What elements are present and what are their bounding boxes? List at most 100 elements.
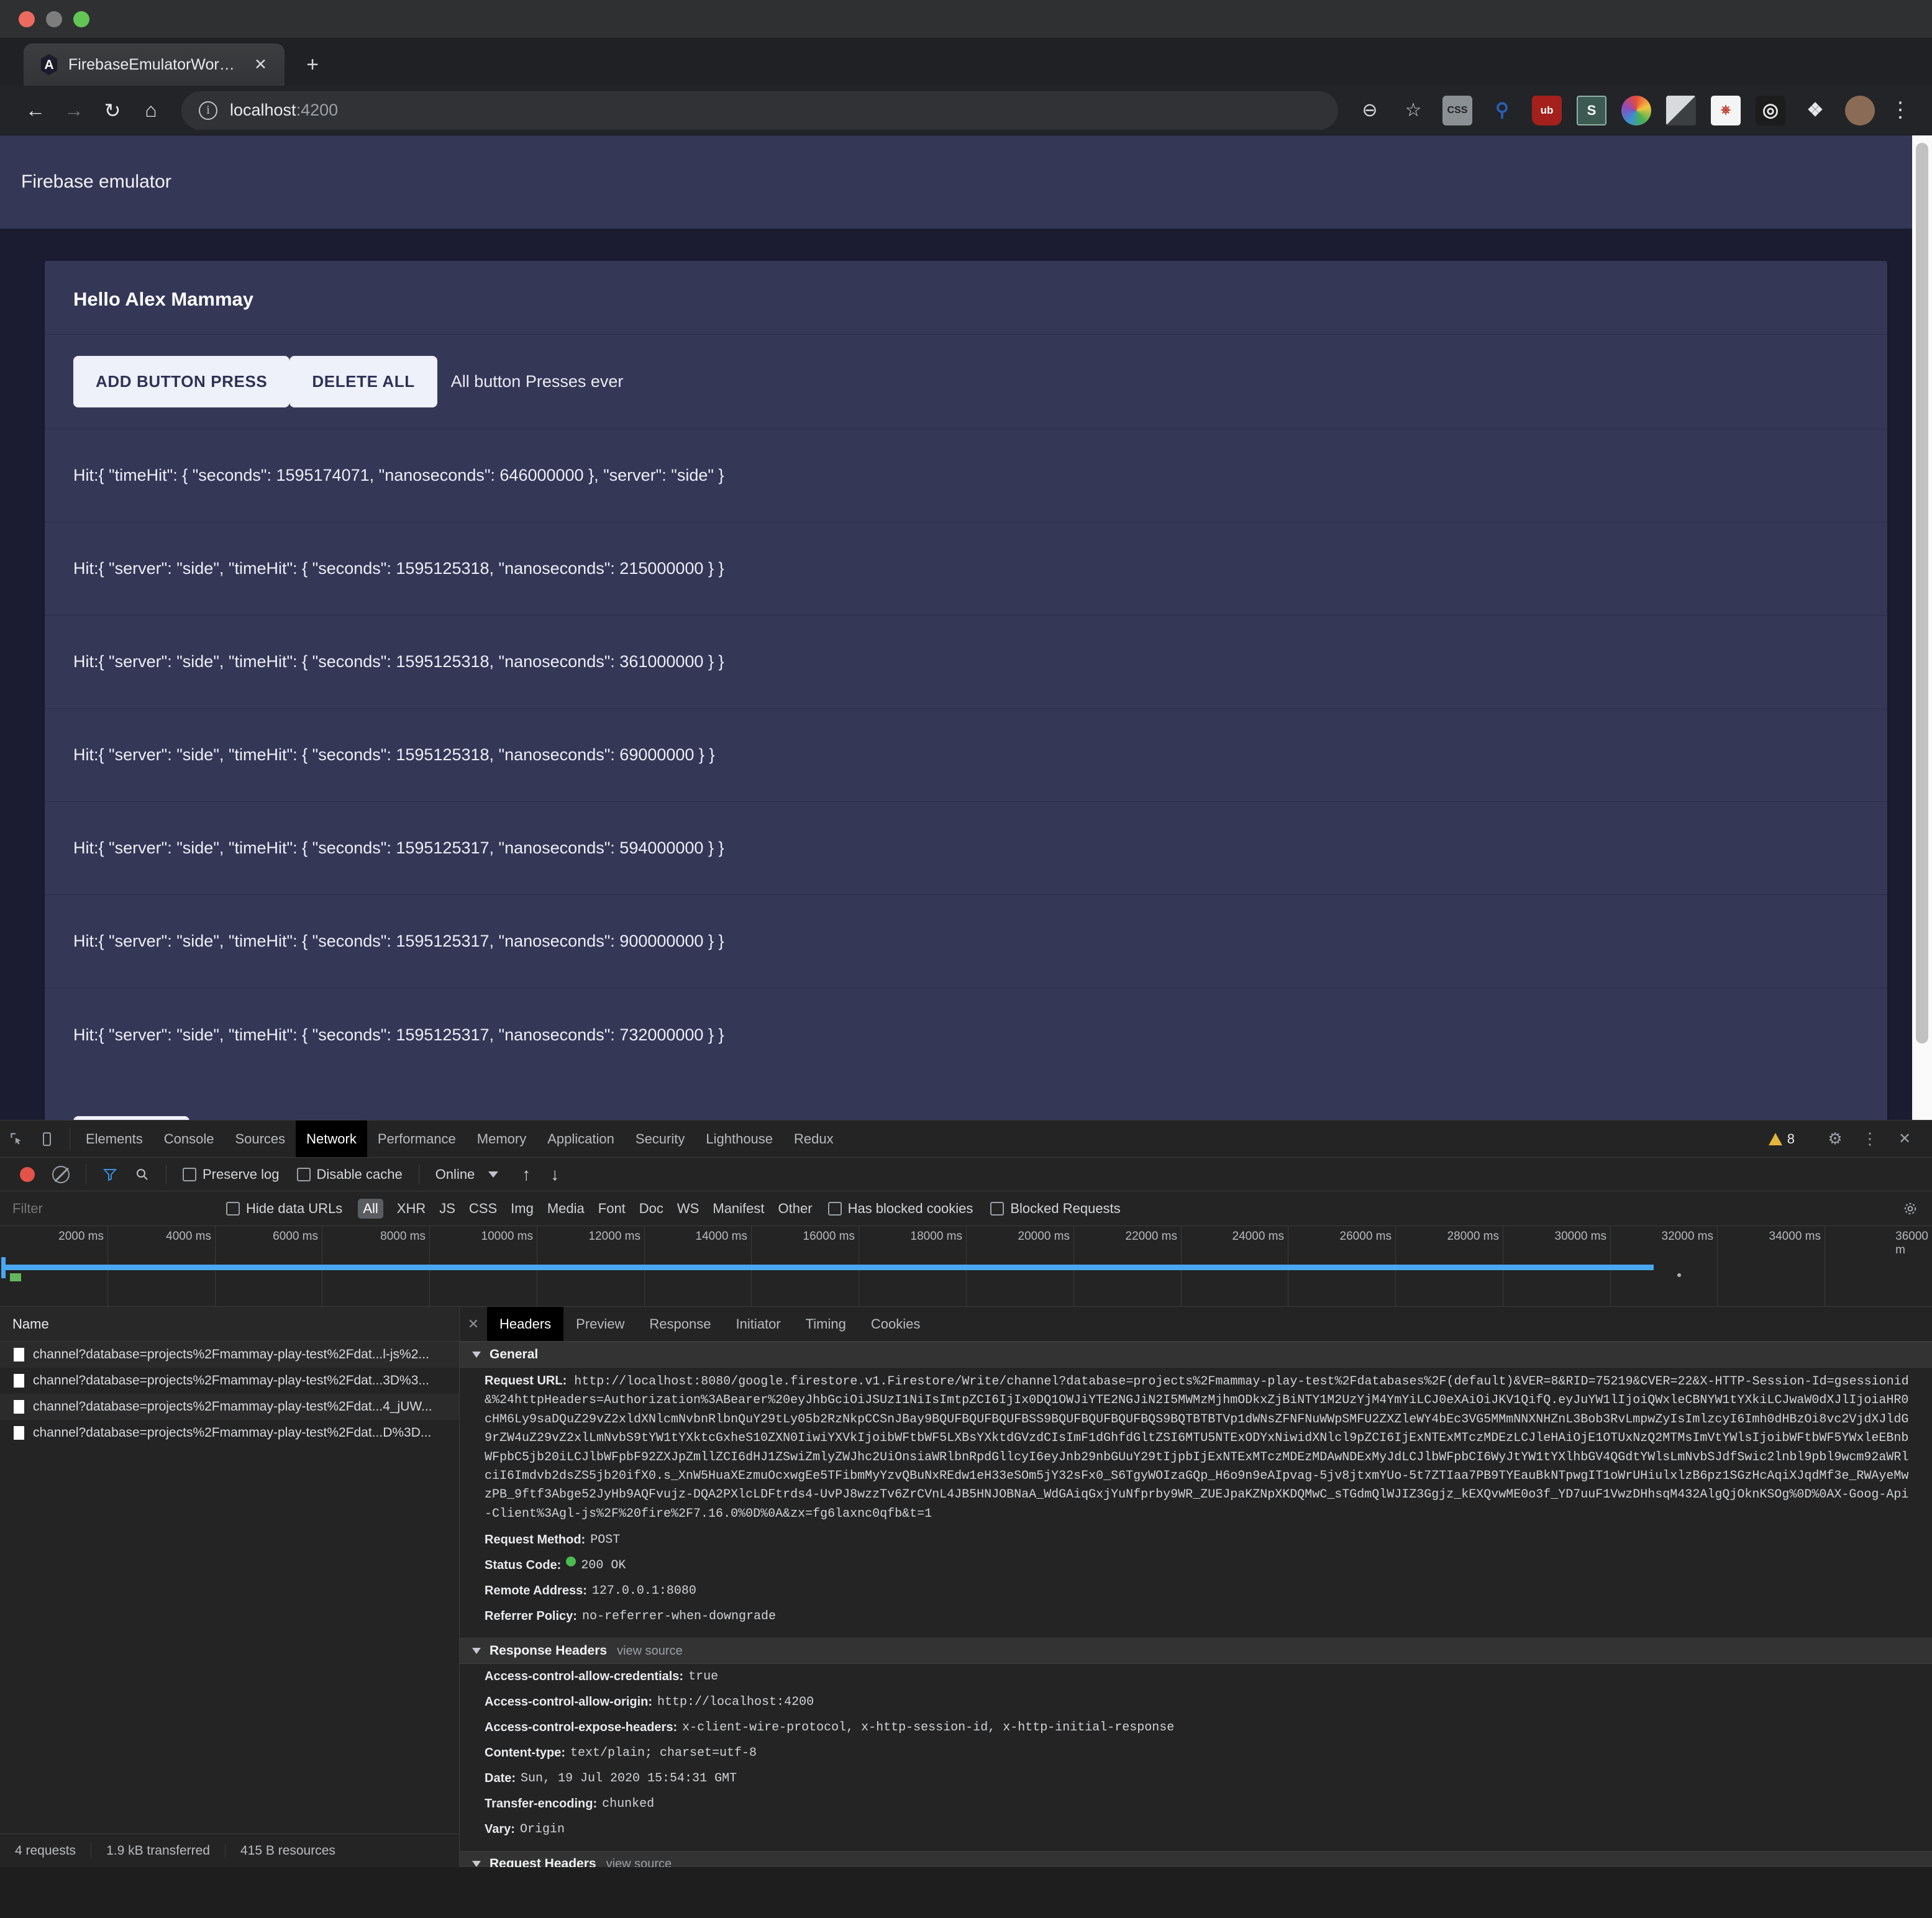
css-extension-icon[interactable]: CSS (1442, 95, 1472, 125)
address-bar[interactable]: i localhost:4200 (181, 91, 1338, 130)
hide-data-urls-checkbox[interactable]: Hide data URLs (226, 1201, 342, 1217)
detail-tab-headers[interactable]: Headers (487, 1307, 564, 1341)
filter-input[interactable] (12, 1200, 217, 1217)
tab-sources[interactable]: Sources (224, 1120, 296, 1157)
site-info-icon[interactable]: i (199, 101, 217, 120)
user-avatar[interactable] (1845, 95, 1875, 125)
puzzle-extensions-icon[interactable]: ❖ (1800, 96, 1830, 125)
close-detail-icon[interactable]: ✕ (460, 1307, 487, 1341)
forward-button[interactable]: → (55, 91, 93, 130)
bookmark-star-icon[interactable]: ☆ (1394, 91, 1433, 130)
request-headers-section-header[interactable]: Request Headers view source (460, 1851, 1932, 1867)
detail-tab-preview[interactable]: Preview (563, 1307, 637, 1341)
document-icon (14, 1426, 24, 1440)
disable-cache-checkbox[interactable]: Disable cache (296, 1166, 403, 1183)
export-har-icon[interactable]: ↓ (550, 1165, 559, 1184)
close-window-button[interactable] (19, 11, 35, 27)
detail-tab-timing[interactable]: Timing (793, 1307, 859, 1341)
browser-tab[interactable]: A FirebaseEmulatorWorkshop ✕ (24, 43, 285, 86)
throttling-select[interactable]: Online (435, 1166, 475, 1183)
list-item[interactable]: Hit:{ "server": "side", "timeHit": { "se… (45, 616, 1887, 709)
filter-type-media[interactable]: Media (547, 1201, 585, 1217)
minimize-window-button[interactable] (46, 11, 62, 27)
new-tab-button[interactable]: + (298, 53, 327, 77)
clear-network-log-icon[interactable] (52, 1165, 70, 1183)
tab-memory[interactable]: Memory (467, 1120, 537, 1157)
page-scrollbar-thumb[interactable] (1916, 143, 1928, 1043)
reload-button[interactable]: ↻ (93, 91, 132, 130)
delete-all-button[interactable]: DELETE ALL (289, 356, 437, 407)
filter-type-other[interactable]: Other (778, 1201, 813, 1217)
devtools-more-icon[interactable]: ⋮ (1854, 1129, 1886, 1148)
has-blocked-cookies-checkbox[interactable]: Has blocked cookies (827, 1201, 973, 1217)
view-source-link[interactable]: view source (617, 1644, 683, 1658)
toggle-device-toolbar-icon[interactable] (32, 1120, 65, 1157)
import-har-icon[interactable]: ↑ (522, 1165, 531, 1184)
redux-devtools-icon[interactable]: ⎈ (1711, 95, 1741, 125)
request-count: 4 requests (0, 1843, 92, 1858)
color-picker-extension-icon[interactable] (1621, 95, 1651, 125)
inspect-element-icon[interactable] (0, 1120, 32, 1157)
filter-type-all[interactable]: All (358, 1198, 383, 1219)
tab-network[interactable]: Network (296, 1120, 367, 1157)
filter-type-css[interactable]: CSS (469, 1201, 497, 1217)
target-extension-icon[interactable]: ◎ (1756, 95, 1785, 125)
page-scrollbar[interactable] (1912, 135, 1932, 1120)
ublock-origin-icon[interactable]: ub (1532, 95, 1562, 125)
filter-type-ws[interactable]: WS (677, 1201, 699, 1217)
view-source-link[interactable]: view source (606, 1857, 672, 1867)
detail-tab-initiator[interactable]: Initiator (723, 1307, 793, 1341)
request-name-column-header[interactable]: Name (0, 1307, 459, 1342)
logout-button[interactable]: LOGOUT (73, 1116, 189, 1120)
detail-tab-response[interactable]: Response (637, 1307, 723, 1341)
list-item[interactable]: Hit:{ "timeHit": { "seconds": 1595174071… (45, 429, 1887, 522)
tab-console[interactable]: Console (153, 1120, 225, 1157)
tab-application[interactable]: Application (537, 1120, 625, 1157)
home-button[interactable]: ⌂ (132, 91, 170, 130)
filter-funnel-icon[interactable] (94, 1167, 126, 1182)
maximize-window-button[interactable] (73, 11, 89, 27)
search-icon[interactable] (126, 1167, 158, 1182)
list-item[interactable]: Hit:{ "server": "side", "timeHit": { "se… (45, 895, 1887, 988)
devtools-close-icon[interactable]: ✕ (1889, 1130, 1921, 1148)
add-button-press-button[interactable]: ADD BUTTON PRESS (73, 356, 290, 407)
tab-performance[interactable]: Performance (367, 1120, 467, 1157)
filter-type-manifest[interactable]: Manifest (713, 1201, 764, 1217)
table-row[interactable]: channel?database=projects%2Fmammay-play-… (0, 1342, 459, 1368)
devtools-settings-gear-icon[interactable]: ⚙ (1819, 1129, 1851, 1148)
list-item[interactable]: Hit:{ "server": "side", "timeHit": { "se… (45, 802, 1887, 895)
general-section-header[interactable]: General (460, 1342, 1932, 1368)
chevron-down-icon[interactable] (488, 1171, 499, 1178)
table-row[interactable]: channel?database=projects%2Fmammay-play-… (0, 1368, 459, 1394)
dark-reader-extension-icon[interactable] (1666, 95, 1696, 125)
table-row[interactable]: channel?database=projects%2Fmammay-play-… (0, 1394, 459, 1420)
warning-badge[interactable]: 8 (1760, 1131, 1803, 1147)
tab-redux[interactable]: Redux (783, 1120, 844, 1157)
response-headers-section-header[interactable]: Response Headers view source (460, 1638, 1932, 1665)
tab-security[interactable]: Security (625, 1120, 695, 1157)
chrome-menu-icon[interactable]: ⋮ (1885, 99, 1916, 120)
preserve-log-checkbox[interactable]: Preserve log (183, 1166, 280, 1183)
filter-type-js[interactable]: JS (439, 1201, 455, 1217)
record-network-log-icon[interactable] (20, 1166, 35, 1182)
sider-extension-icon[interactable]: S (1577, 95, 1606, 125)
filter-type-img[interactable]: Img (511, 1201, 534, 1217)
list-item[interactable]: Hit:{ "server": "side", "timeHit": { "se… (45, 522, 1887, 616)
detail-tab-cookies[interactable]: Cookies (859, 1307, 932, 1341)
tab-lighthouse[interactable]: Lighthouse (695, 1120, 783, 1157)
back-button[interactable]: ← (16, 91, 55, 130)
list-item[interactable]: Hit:{ "server": "side", "timeHit": { "se… (45, 709, 1887, 802)
blocked-requests-checkbox[interactable]: Blocked Requests (990, 1201, 1121, 1217)
list-item[interactable]: Hit:{ "server": "side", "timeHit": { "se… (45, 988, 1887, 1081)
chevron-down-icon (472, 1352, 481, 1358)
table-row[interactable]: channel?database=projects%2Fmammay-play-… (0, 1420, 459, 1446)
network-settings-gear-icon[interactable] (1902, 1201, 1932, 1217)
close-tab-icon[interactable]: ✕ (250, 55, 271, 74)
network-overview-timeline[interactable]: 2000 ms 4000 ms 6000 ms 8000 ms 10000 ms 1200… (0, 1226, 1932, 1307)
filter-type-doc[interactable]: Doc (639, 1201, 663, 1217)
search-magnifier-extension-icon[interactable]: ⚲ (1487, 96, 1517, 125)
filter-type-font[interactable]: Font (598, 1201, 626, 1217)
zoom-out-icon[interactable]: ⊖ (1351, 91, 1389, 130)
filter-type-xhr[interactable]: XHR (397, 1201, 426, 1217)
tab-elements[interactable]: Elements (75, 1120, 153, 1157)
